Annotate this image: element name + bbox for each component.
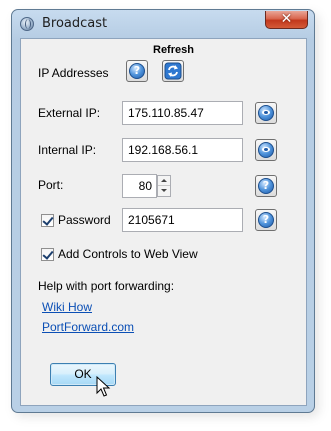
external-ip-label: External IP:: [38, 106, 101, 120]
password-label[interactable]: Password: [58, 213, 111, 227]
port-label: Port:: [38, 178, 64, 192]
broadcast-app-icon: [20, 17, 34, 31]
eye-icon: [258, 105, 274, 121]
internal-ip-field[interactable]: 192.168.56.1: [122, 138, 243, 162]
question-icon: ?: [258, 178, 274, 194]
refresh-heading: Refresh: [153, 44, 194, 56]
refresh-button[interactable]: [162, 60, 184, 82]
add-controls-label[interactable]: Add Controls to Web View: [58, 247, 198, 261]
port-spinner: [157, 175, 171, 197]
add-controls-checkbox[interactable]: [41, 248, 54, 261]
window-title: Broadcast: [42, 16, 108, 31]
port-spin-down[interactable]: [158, 186, 170, 196]
dialog-content: Refresh IP Addresses ? External IP: 175.…: [20, 38, 307, 406]
close-icon: ✕: [280, 11, 293, 27]
port-field[interactable]: 80: [122, 174, 157, 198]
password-field[interactable]: 2105671: [122, 208, 243, 232]
title-bar[interactable]: Broadcast ✕: [12, 10, 314, 38]
password-help-button[interactable]: ?: [255, 209, 277, 231]
question-icon: ?: [129, 63, 145, 79]
portforward-link[interactable]: PortForward.com: [42, 320, 134, 334]
arrow-up-icon: [161, 179, 167, 182]
help-heading: Help with port forwarding:: [38, 279, 175, 293]
port-help-button[interactable]: ?: [255, 175, 277, 197]
internal-ip-view-button[interactable]: [255, 139, 277, 161]
external-ip-view-button[interactable]: [255, 102, 277, 124]
external-ip-field[interactable]: 175.110.85.47: [122, 101, 243, 125]
internal-ip-label: Internal IP:: [38, 143, 97, 157]
password-checkbox[interactable]: [41, 214, 54, 227]
question-icon: ?: [258, 212, 274, 228]
ip-help-button[interactable]: ?: [126, 60, 148, 82]
dialog-window: Broadcast ✕ Refresh IP Addresses ? Exter…: [11, 9, 315, 413]
close-button[interactable]: ✕: [265, 11, 308, 29]
ip-addresses-label: IP Addresses: [38, 66, 109, 80]
port-spin-up[interactable]: [158, 176, 170, 186]
wiki-how-link[interactable]: Wiki How: [42, 300, 92, 314]
mouse-cursor-icon: [96, 376, 111, 397]
refresh-icon: [164, 62, 182, 80]
eye-icon: [258, 142, 274, 158]
arrow-down-icon: [161, 189, 167, 192]
